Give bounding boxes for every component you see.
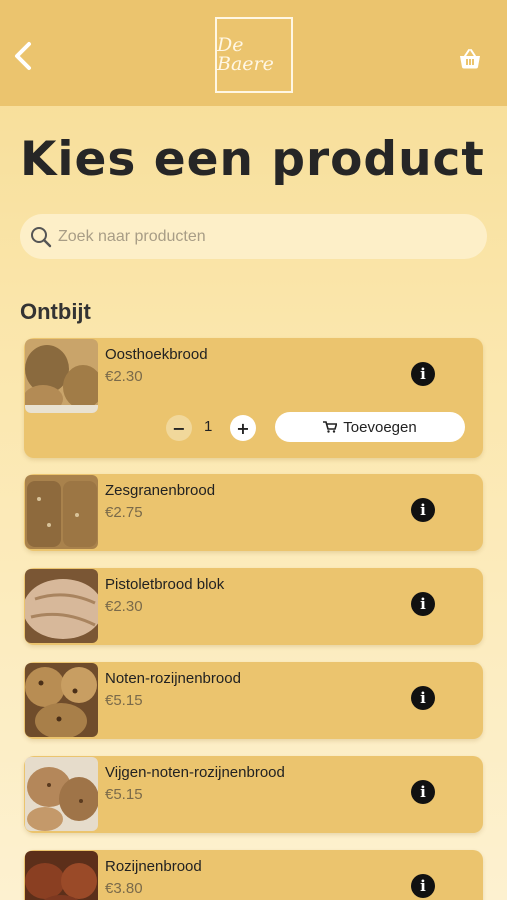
info-icon: i [420, 689, 426, 707]
page-title: Kies een product [20, 132, 485, 187]
product-image [25, 663, 98, 737]
info-icon: i [420, 783, 426, 801]
info-icon: i [420, 595, 426, 613]
product-image [25, 475, 98, 549]
add-to-cart-button[interactable]: Toevoegen [275, 412, 465, 442]
product-price: €5.15 [105, 692, 143, 709]
info-button[interactable]: i [411, 686, 435, 710]
quantity-value: 1 [204, 418, 213, 435]
product-card[interactable]: Vijgen-noten-rozijnenbrood €5.15 i [24, 756, 483, 833]
product-image [25, 339, 98, 413]
product-name: Oosthoekbrood [105, 346, 208, 363]
product-name: Pistoletbrood blok [105, 576, 225, 593]
info-button[interactable]: i [411, 874, 435, 898]
product-name: Noten-rozijnenbrood [105, 670, 241, 687]
info-button[interactable]: i [411, 362, 435, 386]
chevron-left-icon [15, 42, 31, 70]
product-image [25, 757, 98, 831]
minus-icon: − [172, 418, 186, 438]
basket-button[interactable] [455, 44, 485, 74]
product-price: €3.80 [105, 880, 143, 897]
product-image [25, 569, 98, 643]
product-price: €5.15 [105, 786, 143, 803]
product-image [25, 851, 98, 900]
add-to-cart-label: Toevoegen [343, 418, 417, 436]
product-name: Rozijnenbrood [105, 858, 202, 875]
search-bar[interactable] [20, 214, 487, 259]
info-button[interactable]: i [411, 498, 435, 522]
product-card[interactable]: Zesgranenbrood €2.75 i [24, 474, 483, 551]
back-button[interactable] [8, 38, 38, 74]
search-icon [31, 226, 52, 247]
info-button[interactable]: i [411, 592, 435, 616]
product-price: €2.30 [105, 368, 143, 385]
product-price: €2.75 [105, 504, 143, 521]
search-input[interactable] [58, 227, 458, 246]
quantity-increase-button[interactable]: + [230, 415, 256, 441]
product-card[interactable]: Rozijnenbrood €3.80 i [24, 850, 483, 900]
product-card[interactable]: Noten-rozijnenbrood €5.15 i [24, 662, 483, 739]
product-card[interactable]: Oosthoekbrood €2.30 i − 1 + Toevoegen [24, 338, 483, 458]
product-name: Vijgen-noten-rozijnenbrood [105, 764, 285, 781]
section-title: Ontbijt [20, 299, 91, 324]
product-card[interactable]: Pistoletbrood blok €2.30 i [24, 568, 483, 645]
info-icon: i [420, 877, 426, 895]
info-button[interactable]: i [411, 780, 435, 804]
basket-icon [460, 49, 480, 69]
bakery-logo: De Baere [215, 17, 293, 93]
logo-text: De Baere [217, 34, 274, 75]
quantity-decrease-button[interactable]: − [166, 415, 192, 441]
product-price: €2.30 [105, 598, 143, 615]
info-icon: i [420, 365, 426, 383]
product-name: Zesgranenbrood [105, 482, 216, 499]
cart-icon [323, 421, 338, 433]
info-icon: i [420, 501, 426, 519]
plus-icon: + [236, 418, 250, 438]
top-bar: De Baere [0, 0, 507, 106]
